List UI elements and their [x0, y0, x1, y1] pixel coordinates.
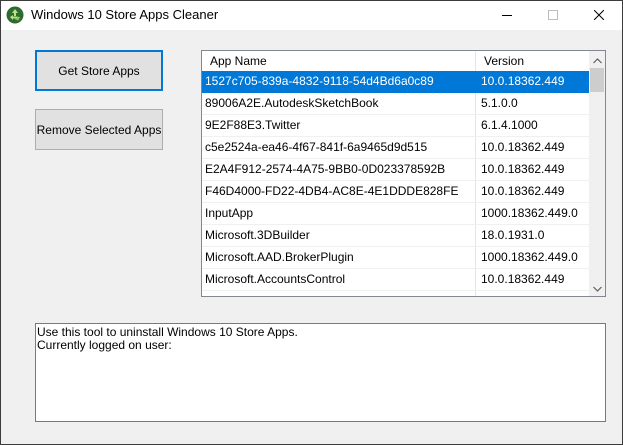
version-cell: 10.0.18362.449 — [481, 140, 565, 154]
app-name-cell: Microsoft.3DBuilder — [202, 225, 476, 246]
column-header-app-name[interactable]: App Name — [202, 51, 476, 71]
table-row[interactable]: Microsoft.AccountsControl 10.0.18362.449 — [202, 269, 590, 291]
app-name-cell: InputApp — [202, 203, 476, 224]
list-rows: 1527c705-839a-4832-9118-54d4Bd6a0c89 10.… — [202, 71, 590, 296]
version-cell: 10.0.18362.449 — [481, 162, 565, 176]
scroll-down-button[interactable] — [589, 279, 605, 296]
table-row[interactable]: F46D4000-FD22-4DB4-AC8E-4E1DDDE828FE 10.… — [202, 181, 590, 203]
get-store-apps-button[interactable]: Get Store Apps — [35, 50, 163, 91]
chevron-up-icon — [592, 53, 602, 67]
minimize-button[interactable] — [484, 1, 530, 30]
vertical-scrollbar[interactable] — [589, 51, 605, 296]
title-bar[interactable]: Windows 10 Store Apps Cleaner — [1, 1, 622, 30]
chevron-down-icon — [592, 281, 602, 295]
table-row[interactable]: 1527c705-839a-4832-9118-54d4Bd6a0c89 10.… — [202, 71, 590, 93]
app-name-cell: E2A4F912-2574-4A75-9BB0-0D023378592B — [202, 159, 476, 180]
app-name-cell: c5e2524a-ea46-4f67-841f-6a9465d9d515 — [202, 137, 476, 158]
window-title: Windows 10 Store Apps Cleaner — [31, 7, 219, 22]
scroll-up-button[interactable] — [589, 51, 605, 68]
version-cell: 10.0.18362.449 — [481, 272, 565, 286]
table-row[interactable]: Microsoft.3DBuilder 18.0.1931.0 — [202, 225, 590, 247]
app-window: Windows 10 Store Apps Cleaner Get Store … — [0, 0, 623, 445]
version-cell: 1000.18362.449.0 — [481, 206, 578, 220]
log-line: Currently logged on user: — [37, 338, 172, 352]
log-output-textbox[interactable]: Use this tool to uninstall Windows 10 St… — [35, 323, 606, 422]
table-row[interactable]: Microsoft.AAD.BrokerPlugin 1000.18362.44… — [202, 247, 590, 269]
table-row[interactable]: 89006A2E.AutodeskSketchBook 5.1.0.0 — [202, 93, 590, 115]
apps-list-view[interactable]: App Name Version 1527c705-839a-4832-9118… — [201, 50, 606, 297]
recycle-icon — [6, 6, 24, 24]
version-cell: 10.0.18362.449 — [481, 184, 565, 198]
app-name-cell — [202, 291, 476, 296]
close-button[interactable] — [576, 1, 622, 30]
maximize-button[interactable] — [530, 1, 576, 30]
app-name-cell: 89006A2E.AutodeskSketchBook — [202, 93, 476, 114]
maximize-icon — [548, 9, 558, 23]
scroll-thumb[interactable] — [590, 68, 604, 92]
app-name-cell: 9E2F88E3.Twitter — [202, 115, 476, 136]
minimize-icon — [502, 9, 512, 23]
version-cell: 10.0.18362.449 — [481, 74, 565, 88]
table-row[interactable]: InputApp 1000.18362.449.0 — [202, 203, 590, 225]
table-row[interactable]: E2A4F912-2574-4A75-9BB0-0D023378592B 10.… — [202, 159, 590, 181]
remove-selected-apps-button[interactable]: Remove Selected Apps — [35, 109, 163, 150]
version-cell: 18.0.1931.0 — [481, 228, 545, 242]
version-cell: 1000.18362.449.0 — [481, 250, 578, 264]
app-name-cell: 1527c705-839a-4832-9118-54d4Bd6a0c89 — [202, 71, 476, 92]
app-name-cell: F46D4000-FD22-4DB4-AC8E-4E1DDDE828FE — [202, 181, 476, 202]
app-name-cell: Microsoft.AccountsControl — [202, 269, 476, 290]
close-icon — [593, 9, 605, 23]
list-header: App Name Version — [202, 51, 590, 72]
version-cell — [476, 291, 590, 296]
app-name-cell: Microsoft.AAD.BrokerPlugin — [202, 247, 476, 268]
table-row[interactable]: c5e2524a-ea46-4f67-841f-6a9465d9d515 10.… — [202, 137, 590, 159]
column-header-version[interactable]: Version — [476, 51, 590, 71]
table-row[interactable] — [202, 291, 590, 296]
table-row[interactable]: 9E2F88E3.Twitter 6.1.4.1000 — [202, 115, 590, 137]
version-cell: 5.1.0.0 — [481, 96, 518, 110]
version-cell: 6.1.4.1000 — [481, 118, 538, 132]
